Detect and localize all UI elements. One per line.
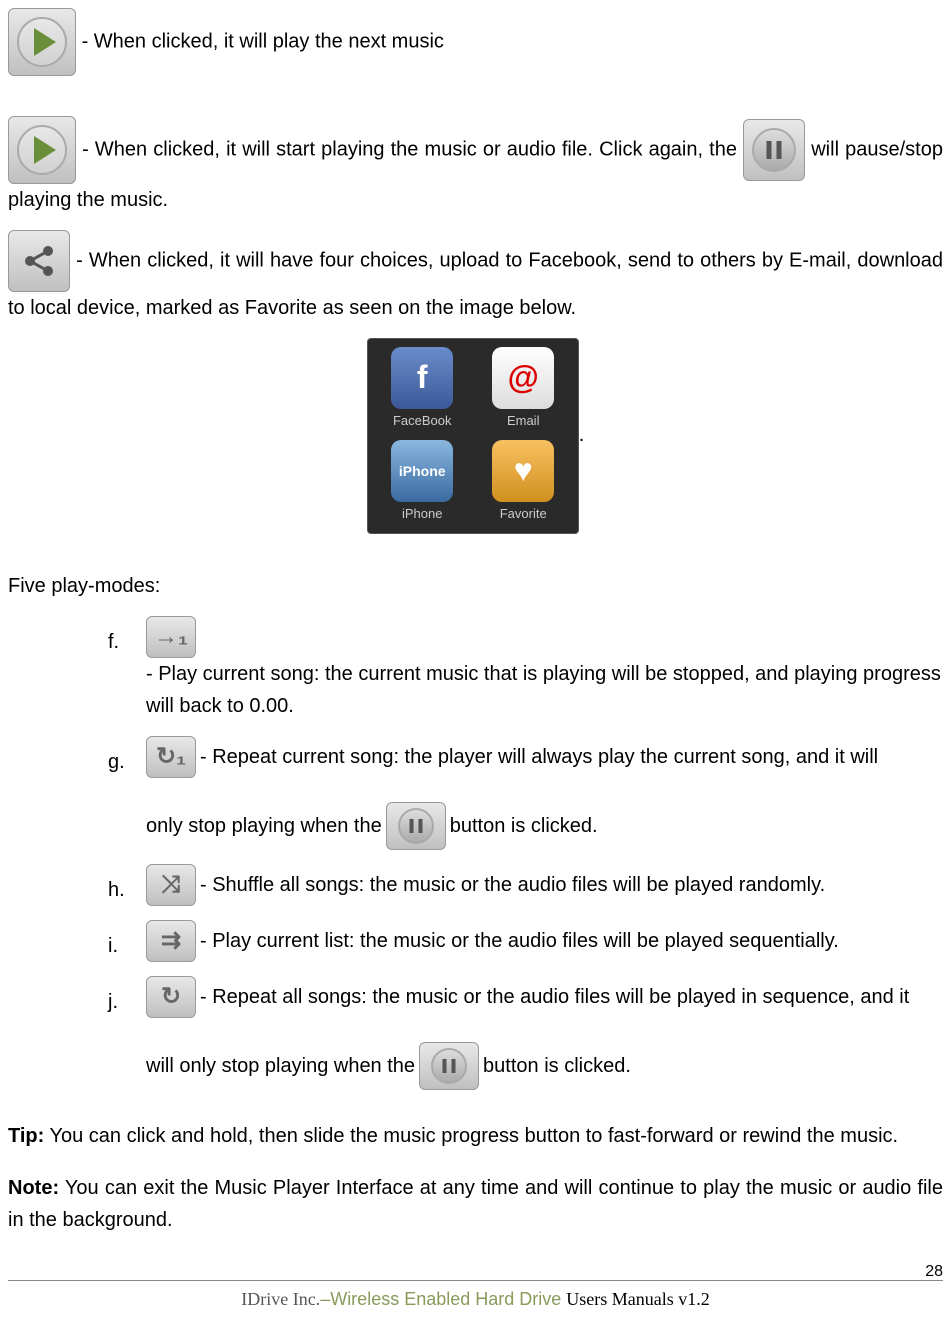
iphone-label: iPhone [376, 504, 469, 525]
play-icon [8, 116, 76, 184]
page-number: 28 [925, 1259, 943, 1285]
figure-period: . [579, 424, 585, 446]
page-footer: 28 IDrive Inc.–Wireless Enabled Hard Dri… [8, 1280, 943, 1314]
mode-j-marker: j. [108, 976, 146, 1018]
note-label: Note: [8, 1177, 59, 1199]
mode-g-text-b: only stop playing when the [146, 810, 382, 842]
next-music-text: - When clicked, it will play the next mu… [82, 30, 444, 52]
mode-j-text-a: - Repeat all songs: the music or the aud… [200, 981, 909, 1013]
favorite-label: Favorite [477, 504, 570, 525]
share-icon [8, 230, 70, 292]
mode-i: i. ⇉ - Play current list: the music or t… [108, 920, 943, 962]
footer-company: IDrive Inc. [241, 1289, 320, 1309]
mode-j: j. ↻ - Repeat all songs: the music or th… [108, 976, 943, 1090]
tip-label: Tip: [8, 1125, 44, 1147]
pause-icon-j [419, 1042, 479, 1090]
play-pause-para: - When clicked, it will start playing th… [8, 116, 943, 216]
share-iphone: iPhone iPhone [372, 436, 473, 529]
note-paragraph: Note: You can exit the Music Player Inte… [8, 1172, 943, 1236]
note-text: You can exit the Music Player Interface … [8, 1177, 943, 1231]
five-play-modes-heading: Five play-modes: [8, 570, 943, 602]
mode-i-text: - Play current list: the music or the au… [200, 925, 839, 957]
footer-manual: Users Manuals v1.2 [566, 1289, 709, 1309]
shuffle-icon: ⤨ [146, 864, 196, 906]
mode-h-text: - Shuffle all songs: the music or the au… [200, 869, 825, 901]
pause-icon-large [743, 119, 805, 181]
tip-text: You can click and hold, then slide the m… [44, 1125, 898, 1147]
mode-g-marker: g. [108, 736, 146, 778]
mode-f: f. →₁ - Play current song: the current m… [108, 616, 943, 722]
mode-f-text: - Play current song: the current music t… [146, 658, 943, 722]
mode-g: g. ↻₁ - Repeat current song: the player … [108, 736, 943, 850]
email-icon: @ [492, 347, 554, 409]
next-music-icon [8, 8, 76, 76]
play-current-song-icon: →₁ [146, 616, 196, 658]
play-current-list-icon: ⇉ [146, 920, 196, 962]
mode-j-text-b: will only stop playing when the [146, 1050, 415, 1082]
repeat-all-icon: ↻ [146, 976, 196, 1018]
footer-product: –Wireless Enabled Hard Drive [320, 1289, 566, 1309]
favorite-icon: ♥ [492, 440, 554, 502]
share-text: - When clicked, it will have four choice… [8, 249, 943, 319]
mode-i-marker: i. [108, 920, 146, 962]
next-music-para: - When clicked, it will play the next mu… [8, 8, 943, 76]
facebook-label: FaceBook [376, 411, 469, 432]
share-email: @ Email [473, 343, 574, 436]
email-label: Email [477, 411, 570, 432]
iphone-icon: iPhone [391, 440, 453, 502]
repeat-current-song-icon: ↻₁ [146, 736, 196, 778]
facebook-icon: f [391, 347, 453, 409]
share-para: - When clicked, it will have four choice… [8, 230, 943, 324]
play-text-a: - When clicked, it will start playing th… [82, 138, 737, 160]
mode-f-marker: f. [108, 616, 146, 658]
share-favorite: ♥ Favorite [473, 436, 574, 529]
mode-j-text-c: button is clicked. [483, 1050, 631, 1082]
mode-h: h. ⤨ - Shuffle all songs: the music or t… [108, 864, 943, 906]
mode-h-marker: h. [108, 864, 146, 906]
mode-g-text-c: button is clicked. [450, 810, 598, 842]
mode-g-text-a: - Repeat current song: the player will a… [200, 741, 878, 773]
share-facebook: f FaceBook [372, 343, 473, 436]
play-modes-list: f. →₁ - Play current song: the current m… [108, 616, 943, 1090]
tip-paragraph: Tip: You can click and hold, then slide … [8, 1120, 943, 1152]
share-grid: f FaceBook @ Email iPhone iPhone ♥ Favor… [367, 338, 579, 534]
share-options-figure: f FaceBook @ Email iPhone iPhone ♥ Favor… [8, 338, 943, 534]
pause-icon-g [386, 802, 446, 850]
